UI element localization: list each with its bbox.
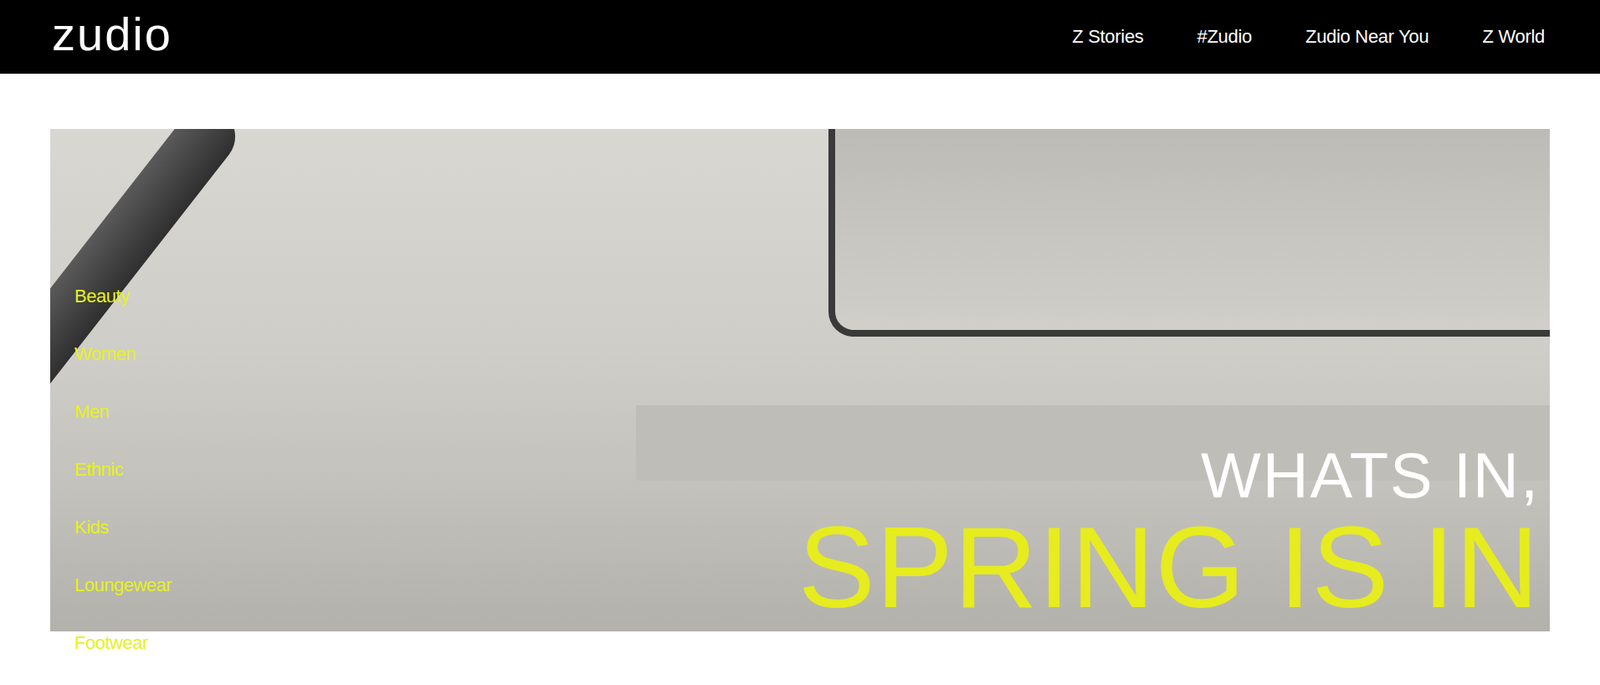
- top-nav: Z Stories #Zudio Zudio Near You Z World: [1071, 25, 1545, 48]
- hero-banner[interactable]: WHATS IN,SPRING IS IN Beauty Women Men Ethni…: [50, 128, 1550, 631]
- category-link[interactable]: Loungewear: [74, 573, 172, 596]
- page: zudio Z Stories #Zudio Zudio Near You Z Worl…: [0, 0, 1600, 685]
- category-link[interactable]: Men: [74, 400, 172, 423]
- nav-link[interactable]: Z World: [1482, 25, 1545, 48]
- category-menu: Beauty Women Men Ethnic Kids Loungewear Footwe…: [74, 284, 172, 654]
- hero-section: WHATS IN,SPRING IS IN Beauty Women Men Ethni…: [0, 73, 1600, 631]
- hero-headline: WHATS IN,SPRING IS IN: [798, 443, 1540, 625]
- train-window: [828, 128, 1550, 337]
- category-link[interactable]: Footwear: [74, 630, 172, 654]
- category-link[interactable]: Ethnic: [74, 457, 172, 481]
- handrail: [50, 128, 247, 631]
- site-header: zudio Z Stories #Zudio Zudio Near You Z Worl…: [0, 0, 1600, 74]
- category-link[interactable]: Kids: [74, 515, 172, 539]
- nav-link[interactable]: #Zudio: [1197, 25, 1252, 48]
- zudio-logo[interactable]: zudio: [51, 10, 173, 63]
- headline-top: WHATS IN,: [798, 443, 1540, 508]
- nav-link[interactable]: Zudio Near You: [1305, 25, 1429, 48]
- category-link[interactable]: Women: [74, 342, 172, 365]
- headline-bottom: SPRING IS IN: [798, 508, 1540, 625]
- category-link[interactable]: Beauty: [74, 284, 172, 308]
- nav-link[interactable]: Z Stories: [1071, 25, 1144, 48]
